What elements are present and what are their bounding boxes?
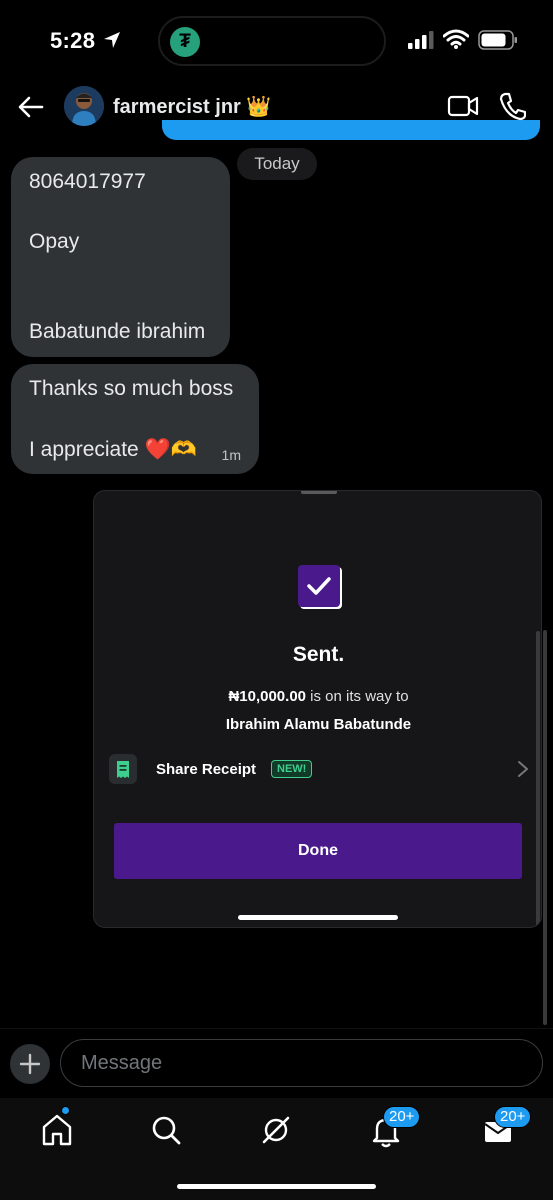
transfer-receipt-card: Sent. ₦10,000.00 is on its way to Ibrahi…: [93, 490, 542, 928]
card-home-indicator: [238, 915, 398, 920]
message-timestamp: 1m: [221, 447, 241, 463]
grok-icon[interactable]: [254, 1108, 298, 1152]
home-indicator: [177, 1184, 376, 1189]
search-icon[interactable]: [144, 1108, 188, 1152]
message-bubble[interactable]: 8064017977 Opay Babatunde ibrahim: [11, 157, 230, 357]
chat-scrollbar[interactable]: [543, 630, 547, 1025]
message-line: Opay: [29, 230, 80, 253]
date-separator: Today: [237, 148, 317, 180]
message-line: Babatunde ibrahim: [29, 320, 206, 343]
plus-icon: [19, 1053, 41, 1075]
video-call-icon[interactable]: [447, 92, 479, 120]
message-line: Thanks so much boss: [29, 377, 234, 400]
contact-name[interactable]: farmercist jnr 👑: [113, 94, 271, 119]
notifications-count-badge: 20+: [383, 1106, 421, 1128]
cellular-signal-icon: [408, 31, 434, 49]
recipient-name: Ibrahim Alamu Babatunde: [225, 716, 412, 733]
status-bar: 5:28 ₮: [0, 0, 553, 80]
messages-count-badge: 20+: [494, 1106, 532, 1128]
back-arrow-icon[interactable]: [16, 92, 46, 122]
add-attachment-button[interactable]: [10, 1044, 50, 1084]
sent-amount: ₦10,000.00: [228, 688, 307, 705]
contact-name-text: farmercist jnr: [113, 96, 241, 118]
chat-header: farmercist jnr 👑: [0, 80, 553, 140]
phone-call-icon[interactable]: [498, 91, 526, 121]
on-way-text: is on its way to: [306, 688, 409, 705]
sent-amount-line: ₦10,000.00 is on its way to: [94, 688, 541, 705]
message-input[interactable]: [60, 1039, 543, 1087]
bottom-navigation: 20+ 20+: [0, 1098, 553, 1200]
share-receipt-row[interactable]: Share Receipt NEW!: [109, 753, 529, 785]
share-receipt-label: Share Receipt: [156, 761, 257, 778]
message-line: I appreciate ❤️🫶: [29, 437, 197, 462]
card-scrollbar[interactable]: [536, 631, 540, 927]
new-badge: NEW!: [271, 760, 313, 778]
header-highlight: [162, 120, 540, 140]
message-line: 8064017977: [29, 170, 146, 193]
message-bubble[interactable]: Thanks so much boss I appreciate ❤️🫶 1m: [11, 364, 259, 474]
message-composer: [0, 1028, 553, 1098]
home-unread-dot: [61, 1106, 70, 1115]
crown-emoji: 👑: [246, 94, 272, 118]
message-text: I appreciate: [29, 438, 139, 461]
status-time: 5:28: [50, 28, 96, 53]
wifi-icon: [443, 29, 469, 49]
avatar-image: [64, 86, 104, 126]
location-arrow-icon: [104, 32, 120, 48]
heart-hands-emoji: ❤️🫶: [144, 437, 197, 461]
tether-icon: ₮: [170, 27, 200, 57]
sent-title: Sent.: [292, 643, 345, 666]
card-drag-handle[interactable]: [301, 491, 337, 494]
home-icon[interactable]: [35, 1108, 79, 1152]
avatar[interactable]: [64, 86, 104, 126]
receipt-icon: [109, 754, 137, 784]
dynamic-island: ₮: [158, 16, 386, 66]
checkmark-icon: [298, 565, 342, 609]
done-button[interactable]: Done: [114, 823, 522, 879]
battery-icon: [478, 30, 517, 50]
chevron-right-icon: [518, 761, 528, 777]
